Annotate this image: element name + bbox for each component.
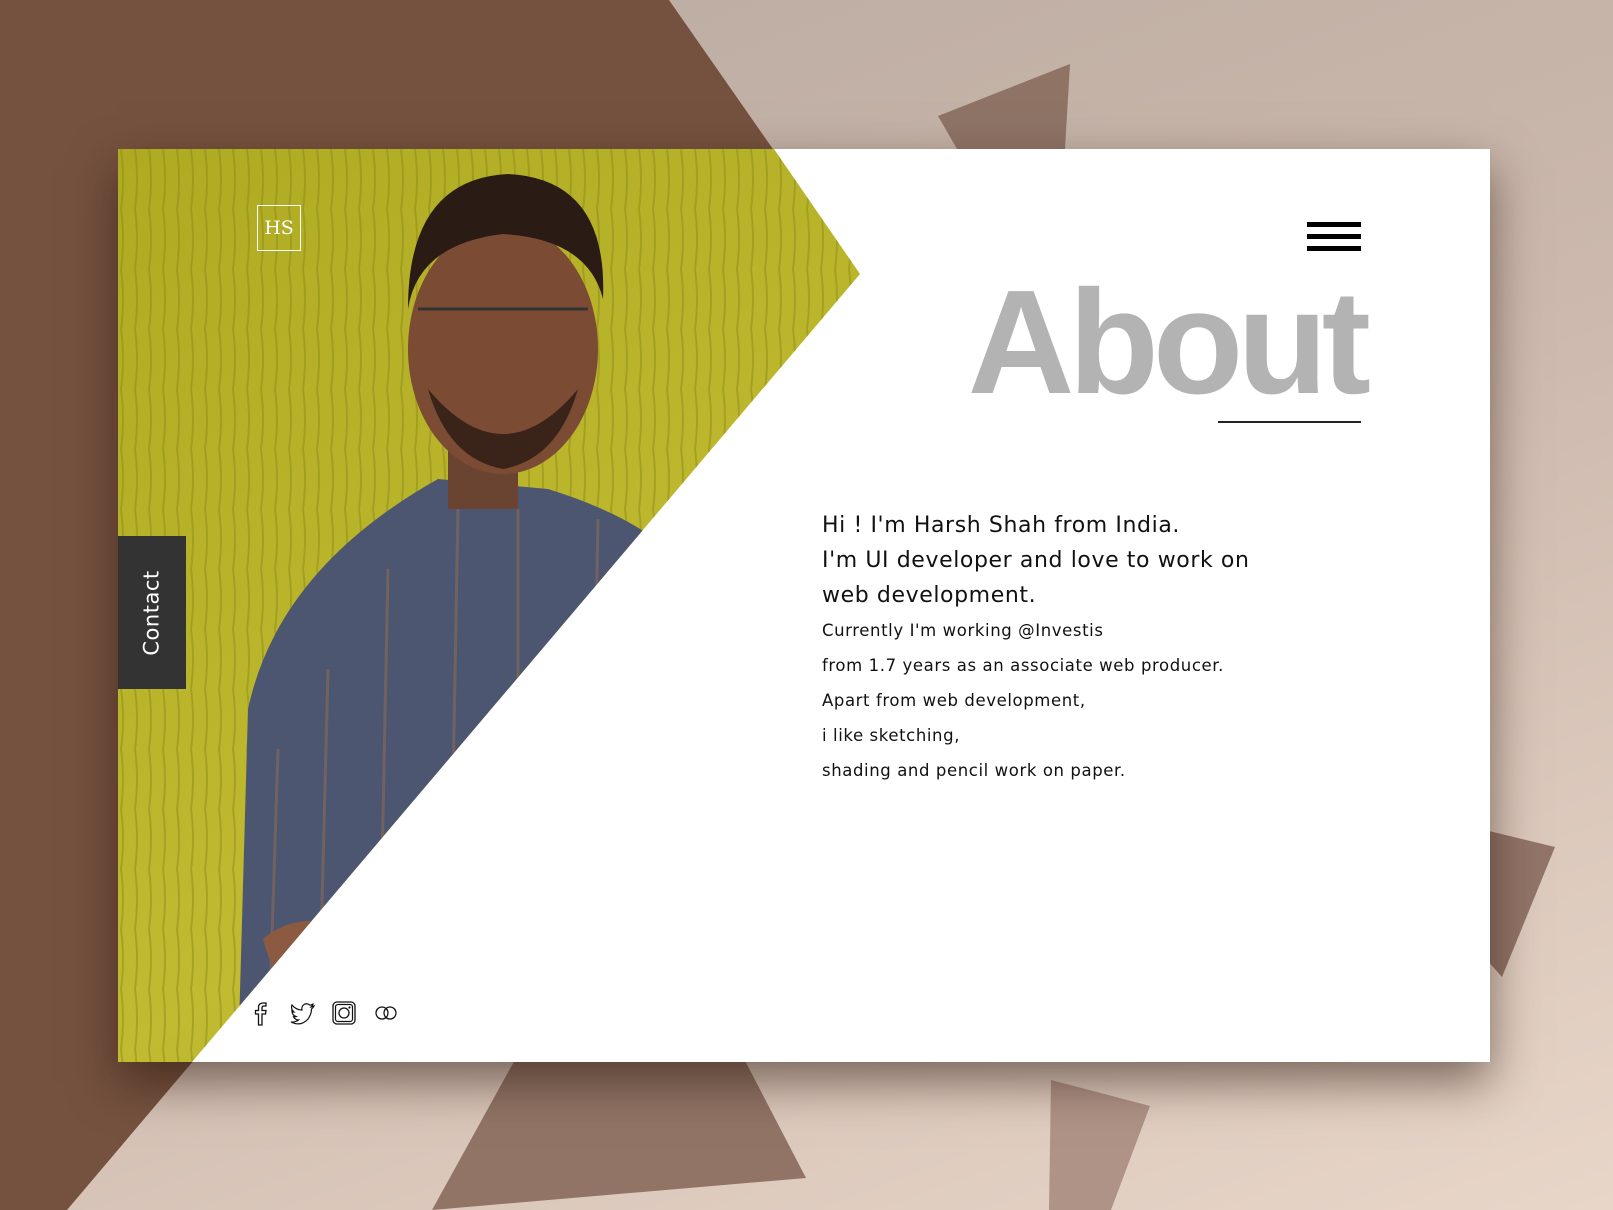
about-card: HS Contact About Hi ! I'm Harsh Shah fro…	[118, 149, 1490, 1062]
twitter-icon[interactable]	[288, 999, 316, 1027]
hamburger-menu-button[interactable]	[1307, 222, 1361, 253]
intro-line: Hi ! I'm Harsh Shah from India.	[822, 513, 1180, 538]
logo[interactable]: HS	[257, 205, 301, 251]
hamburger-icon	[1307, 222, 1361, 227]
logo-text: HS	[264, 217, 294, 239]
bio-line: Currently I'm working @Investis	[822, 621, 1104, 640]
intro-text: Hi ! I'm Harsh Shah from India. I'm UI d…	[822, 508, 1250, 788]
title-underline	[1218, 421, 1361, 423]
facebook-icon[interactable]	[246, 999, 274, 1027]
flickr-icon[interactable]	[372, 999, 400, 1027]
bio-line: from 1.7 years as an associate web produ…	[822, 656, 1225, 675]
bio-line: shading and pencil work on paper.	[822, 761, 1126, 780]
contact-tab-label: Contact	[140, 569, 165, 656]
contact-tab[interactable]: Contact	[118, 536, 186, 689]
page-title: About	[967, 260, 1371, 425]
instagram-icon[interactable]	[330, 999, 358, 1027]
hamburger-icon-bar	[1307, 246, 1361, 251]
social-links	[246, 999, 400, 1027]
bio-line: i like sketching,	[822, 726, 961, 745]
intro-line: I'm UI developer and love to work on	[822, 548, 1250, 573]
background-shape-top	[938, 64, 1070, 149]
hamburger-icon-bar	[1307, 234, 1361, 239]
intro-line: web development.	[822, 583, 1037, 608]
bio-line: Apart from web development,	[822, 691, 1086, 710]
background-shape-bottom-right	[1049, 1080, 1150, 1210]
